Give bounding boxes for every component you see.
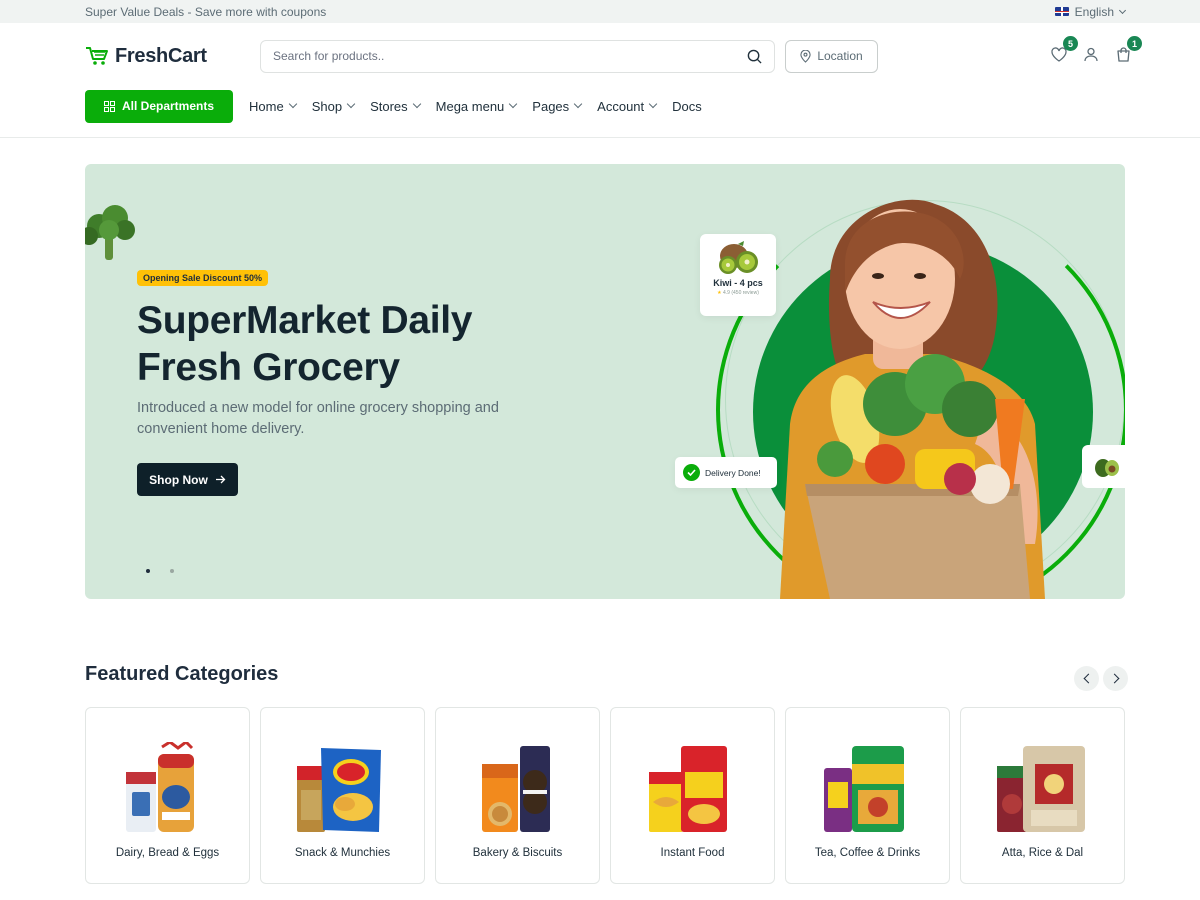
avocado-product-card[interactable] [1082, 445, 1125, 488]
location-button[interactable]: Location [785, 39, 878, 73]
shop-now-button[interactable]: Shop Now [137, 463, 238, 496]
hero-title-line2: Fresh Grocery [137, 346, 400, 389]
main-nav: All Departments Home Shop Stores Mega me… [0, 89, 1200, 138]
chevron-left-icon [1083, 673, 1093, 684]
header: FreshCart Location 5 [0, 23, 1200, 89]
nav-item-label: Shop [311, 98, 343, 114]
all-departments-label: All Departments [121, 99, 215, 113]
category-card-instant[interactable]: Instant Food [610, 707, 775, 884]
header-actions: 5 1 [1050, 36, 1142, 63]
category-card-atta[interactable]: Atta, Rice & Dal [960, 707, 1125, 884]
star-icon: ★ [717, 290, 722, 296]
grid-icon [103, 100, 115, 112]
cart-count-badge: 1 [1127, 36, 1142, 51]
chevron-down-icon [573, 99, 583, 109]
kiwi-product-card[interactable]: Kiwi - 4 pcs ★ 4.9 (450 review) [700, 234, 776, 316]
logo[interactable]: FreshCart [85, 45, 260, 68]
nav-item-label: Pages [532, 98, 570, 114]
category-card-dairy[interactable]: Dairy, Bread & Eggs [85, 707, 250, 884]
category-label: Snack & Munchies [294, 847, 391, 859]
nav-item-label: Account [597, 98, 645, 114]
nav-item-docs[interactable]: Docs [672, 99, 702, 114]
chevron-down-icon [346, 99, 356, 109]
chevron-down-icon [412, 99, 421, 109]
hero-subtitle: Introduced a new model for online grocer… [137, 400, 499, 437]
hero-title-line1: SuperMarket Daily [137, 299, 473, 342]
search-input[interactable] [273, 49, 693, 63]
promo-text: Super Value Deals - Save more with coupo… [85, 4, 327, 19]
category-label: Dairy, Bread & Eggs [115, 847, 220, 859]
nav-item-label: Stores [370, 98, 408, 114]
prev-arrow-button[interactable] [1074, 666, 1099, 691]
nav-item-mega-menu[interactable]: Mega menu [435, 98, 518, 114]
cart-button[interactable]: 1 [1114, 36, 1142, 63]
carousel-dot[interactable] [146, 569, 150, 573]
all-departments-button[interactable]: All Departments [85, 89, 233, 123]
category-carousel-controls [1074, 666, 1128, 691]
carousel-indicators [146, 569, 174, 573]
woman-with-grocery-bag-image [780, 199, 1045, 599]
featured-categories-heading: Featured Categories [85, 663, 279, 685]
chevron-down-icon [288, 99, 297, 109]
nav-item-stores[interactable]: Stores [370, 98, 421, 114]
wishlist-count-badge: 5 [1063, 36, 1078, 51]
shop-now-label: Shop Now [149, 472, 208, 487]
nav-item-shop[interactable]: Shop [311, 98, 356, 114]
next-arrow-button[interactable] [1103, 666, 1128, 691]
search-bar [260, 39, 775, 73]
nav-item-label: Docs [672, 98, 702, 114]
nav-item-account[interactable]: Account [597, 98, 658, 114]
top-bar: Super Value Deals - Save more with coupo… [0, 0, 1200, 23]
map-pin-icon [800, 49, 811, 63]
wishlist-button[interactable]: 5 [1050, 36, 1078, 63]
chevron-down-icon [1118, 6, 1127, 14]
rating-value: 4.9 [723, 290, 730, 296]
nav-item-home[interactable]: Home [249, 98, 297, 114]
kiwi-rating: ★ 4.9 (450 review) [717, 290, 759, 296]
dairy-bread-eggs-image [125, 742, 194, 832]
delivery-status-card: Delivery Done! [675, 457, 777, 488]
review-count: (450 review) [731, 290, 759, 296]
category-card-bakery[interactable]: Bakery & Biscuits [435, 707, 600, 884]
language-label: English [1074, 4, 1114, 19]
search-icon[interactable] [747, 49, 762, 64]
delivery-label: Delivery Done! [705, 467, 761, 478]
category-label: Instant Food [660, 847, 725, 859]
chevron-right-icon [1109, 673, 1119, 684]
category-card-tea[interactable]: Tea, Coffee & Drinks [785, 707, 950, 884]
kiwi-label: Kiwi - 4 pcs [713, 278, 763, 288]
atta-rice-dal-image [996, 746, 1085, 832]
kiwi-image [719, 241, 758, 274]
category-card-snacks[interactable]: Snack & Munchies [260, 707, 425, 884]
category-label: Tea, Coffee & Drinks [814, 847, 921, 859]
category-label: Bakery & Biscuits [472, 847, 563, 859]
logo-text: FreshCart [115, 44, 207, 67]
category-label: Atta, Rice & Dal [1001, 847, 1084, 859]
bakery-biscuits-image [481, 746, 550, 832]
cart-logo-icon [86, 47, 108, 65]
avocado-image [1095, 458, 1119, 477]
snack-munchies-image [296, 748, 381, 832]
user-icon [1084, 47, 1098, 61]
hero-title: SuperMarket Daily Fresh Grocery [137, 297, 577, 391]
arrow-right-icon [215, 475, 226, 484]
account-button[interactable] [1082, 45, 1100, 63]
sale-badge: Opening Sale Discount 50% [137, 270, 269, 286]
chevron-down-icon [648, 99, 658, 109]
nav-menu: Home Shop Stores Mega menu Pages Account… [249, 99, 718, 114]
location-label: Location [817, 49, 863, 63]
broccoli-image [85, 205, 135, 260]
hero-banner[interactable]: Opening Sale Discount 50% SuperMarket Da… [85, 164, 1125, 599]
chevron-down-icon [509, 99, 518, 109]
tea-coffee-drinks-image [823, 746, 904, 832]
instant-food-image [648, 746, 727, 832]
uk-flag-icon [1054, 7, 1069, 16]
language-selector[interactable]: English [1054, 4, 1127, 19]
nav-item-label: Home [249, 98, 284, 114]
category-list: Dairy, Bread & Eggs Snack & Munchies Bak… [85, 707, 1125, 884]
carousel-dot[interactable] [170, 569, 174, 573]
nav-item-pages[interactable]: Pages [532, 98, 583, 114]
check-circle-icon [683, 464, 700, 481]
nav-item-label: Mega menu [435, 98, 505, 114]
